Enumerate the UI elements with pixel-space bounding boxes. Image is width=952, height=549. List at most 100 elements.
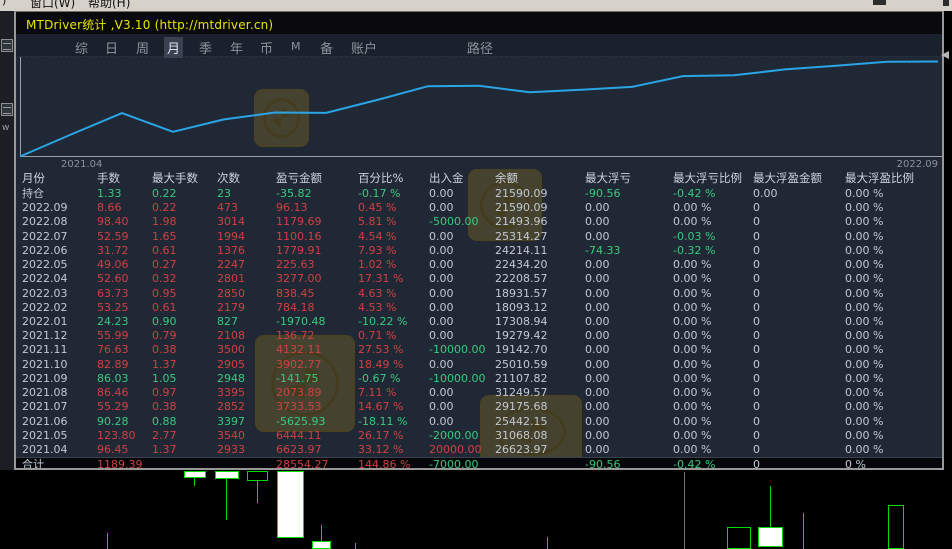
table-cell: 1.98 <box>152 215 177 229</box>
toolbar-item-综[interactable]: 综 <box>72 37 91 58</box>
table-cell: -90.56 <box>585 458 621 470</box>
table-cell: 0.00 <box>429 329 454 343</box>
table-cell: 24.23 <box>97 314 129 328</box>
toolbar-item-日[interactable]: 日 <box>102 37 121 58</box>
table-row-2022.07[interactable]: 2022.07 52.59 1.65 1994 1100.16 4.54 % 0.00 253… <box>16 230 942 244</box>
x-axis-tick-start: 2021.04 <box>61 159 103 170</box>
table-cell: 0.00 % <box>673 215 712 229</box>
candle-wick <box>547 537 548 549</box>
table-cell: -0.42 % <box>673 458 716 470</box>
table-row-2021.04[interactable]: 2021.04 96.45 1.37 2933 6623.97 33.12 % 20000.… <box>16 443 942 457</box>
table-cell: 0.00 % <box>845 215 884 229</box>
toolbar-item-周[interactable]: 周 <box>133 37 152 58</box>
table-cell: 0.00 <box>585 272 610 286</box>
table-cell: 18.49 % <box>358 357 404 371</box>
table-cell: 0 <box>753 272 760 286</box>
table-cell: 0.00 % <box>845 442 884 456</box>
table-row-2022.09[interactable]: 2022.09 8.66 0.22 473 96.13 0.45 % 0.00 21590.0… <box>16 201 942 215</box>
table-cell: 82.89 <box>97 357 129 371</box>
table-cell: 0.61 <box>152 243 177 257</box>
table-row-2021.11[interactable]: 2021.11 76.63 0.38 3500 4132.11 27.53 % -10000… <box>16 343 942 357</box>
table-row-2021.12[interactable]: 2021.12 55.99 0.79 2108 136.72 0.71 % 0.00 1927… <box>16 329 942 343</box>
table-cell: 0.00 % <box>673 357 712 371</box>
table-row-total[interactable]: 合计 1189.39 28554.27 144.86 % -7000.00 -90.56 -… <box>16 457 942 470</box>
table-cell: 0.00 % <box>845 314 884 328</box>
toolbar-item-年[interactable]: 年 <box>227 37 246 58</box>
table-cell: 0.00 <box>585 314 610 328</box>
toolbar-item-M[interactable]: M <box>288 39 304 54</box>
table-cell: -0.32 % <box>673 243 716 257</box>
dock-tool-icon[interactable] <box>1 103 13 116</box>
dock-tool-icon[interactable] <box>1 39 13 52</box>
table-cell: -35.82 <box>276 187 312 200</box>
table-cell: 0.00 <box>429 357 454 371</box>
table-cell: 25442.15 <box>495 414 548 428</box>
toolbar-item-季[interactable]: 季 <box>196 37 215 58</box>
table-cell: 4.53 % <box>358 300 397 314</box>
table-cell: 27.53 % <box>358 343 404 357</box>
table-cell: 6444.11 <box>276 428 322 442</box>
toolbar-item-路径[interactable]: 路径 <box>464 37 496 58</box>
table-cell: 98.40 <box>97 215 129 229</box>
toolbar-item-月[interactable]: 月 <box>164 37 184 58</box>
toolbar-item-账户[interactable]: 账户 <box>348 37 380 58</box>
table-cell: 0 % <box>845 458 866 470</box>
table-row-2021.09[interactable]: 2021.09 86.03 1.05 2948 -141.75 -0.67 % -10000… <box>16 372 942 386</box>
grid-line <box>684 472 685 549</box>
stats-titlebar[interactable]: MTDriver统计 ,V3.10 (http://mtdriver.cn) <box>16 12 942 34</box>
toolbar-item-币[interactable]: 币 <box>257 37 276 58</box>
menu-item-window[interactable]: 窗口(W) <box>30 0 75 11</box>
table-cell: 3902.77 <box>276 357 322 371</box>
menu-item-help[interactable]: 帮助(H) <box>88 0 130 11</box>
table-cell: 0 <box>753 201 760 215</box>
table-cell: -5625.93 <box>276 414 326 428</box>
table-row-2022.02[interactable]: 2022.02 53.25 0.61 2179 784.18 4.53 % 0.00 1809… <box>16 301 942 315</box>
table-row-2021.08[interactable]: 2021.08 86.46 0.97 3395 2073.89 7.11 % 0.00 312… <box>16 386 942 400</box>
table-row-2022.01[interactable]: 2022.01 24.23 0.90 827 -1970.48 -10.22 % 0.00 1… <box>16 315 942 329</box>
table-row-2022.03[interactable]: 2022.03 63.73 0.95 2850 838.45 4.63 % 0.00 1893… <box>16 287 942 301</box>
table-cell: 86.03 <box>97 371 129 385</box>
table-cell: -5000.00 <box>429 215 479 229</box>
table-row-2021.06[interactable]: 2021.06 90.28 0.88 3397 -5625.93 -18.11 % 0.00… <box>16 415 942 429</box>
table-cell: 0.00 <box>585 201 610 215</box>
table-row-2021.05[interactable]: 2021.05 123.80 2.77 3540 6444.11 26.17 % -2000… <box>16 429 942 443</box>
splitter-arrow-icon[interactable] <box>941 51 949 59</box>
table-cell: 2850 <box>217 286 245 300</box>
table-cell: 0.38 <box>152 400 177 414</box>
table-cell: 26.17 % <box>358 428 404 442</box>
table-row-持仓[interactable]: 持仓 1.33 0.22 23 -35.82 -0.17 % 0.00 21590.09 -90… <box>16 187 942 201</box>
table-row-2021.10[interactable]: 2021.10 82.89 1.37 2905 3902.77 18.49 % 0.00 25… <box>16 358 942 372</box>
table-row-2022.06[interactable]: 2022.06 31.72 0.61 1376 1779.91 7.93 % 0.00 242… <box>16 244 942 258</box>
table-cell: 0.00 <box>753 187 778 200</box>
table-row-2022.08[interactable]: 2022.08 98.40 1.98 3014 1179.69 5.81 % -5000.0… <box>16 215 942 229</box>
table-cell: 86.46 <box>97 386 129 400</box>
table-cell: 0.00 % <box>845 201 884 215</box>
window-control-mark <box>873 0 886 5</box>
table-cell: 0.00 % <box>673 300 712 314</box>
column-header: 最大浮亏比例 <box>673 171 742 185</box>
table-cell: 2022.03 <box>22 286 68 300</box>
table-cell: 1.33 <box>97 187 122 200</box>
table-cell: 473 <box>217 201 238 215</box>
table-cell: 144.86 % <box>358 458 411 470</box>
table-cell: -0.17 % <box>358 187 401 200</box>
table-cell: -0.42 % <box>673 187 716 200</box>
table-row-2021.07[interactable]: 2021.07 55.29 0.38 2852 3733.53 14.67 % 0.00 29… <box>16 400 942 414</box>
table-cell: 1.02 % <box>358 258 397 272</box>
table-cell: 76.63 <box>97 343 129 357</box>
table-cell: -74.33 <box>585 243 621 257</box>
column-header: 出入金 <box>429 171 464 185</box>
table-cell: 0.45 % <box>358 201 397 215</box>
table-cell: 持仓 <box>22 187 44 200</box>
table-cell: 21107.82 <box>495 371 548 385</box>
table-cell: 0 <box>753 458 760 470</box>
table-row-2022.05[interactable]: 2022.05 49.06 0.27 2247 225.63 1.02 % 0.00 2243… <box>16 258 942 272</box>
table-row-2022.04[interactable]: 2022.04 52.60 0.32 2801 3277.00 17.31 % 0.00 22… <box>16 272 942 286</box>
table-cell: 2022.01 <box>22 314 68 328</box>
table-cell: -141.75 <box>276 371 319 385</box>
toolbar-item-备[interactable]: 备 <box>317 37 336 58</box>
table-cell: 29175.68 <box>495 400 548 414</box>
candlestick <box>247 471 268 481</box>
table-cell: 0 <box>753 442 760 456</box>
table-cell: 0.00 % <box>673 414 712 428</box>
